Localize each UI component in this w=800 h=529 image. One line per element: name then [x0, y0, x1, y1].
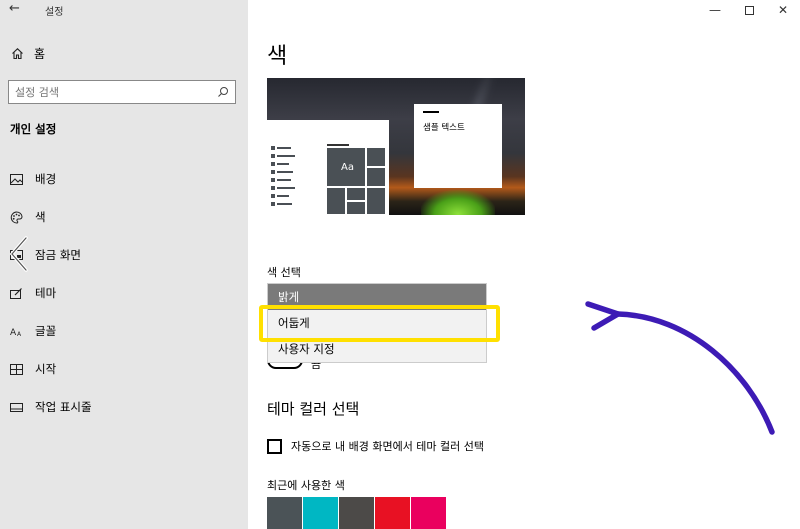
sample-text: 샘플 텍스트: [423, 123, 465, 133]
sidebar-item-taskbar[interactable]: 작업 표시줄: [0, 388, 248, 426]
home-icon: [10, 47, 24, 61]
maximize-icon[interactable]: [732, 0, 766, 20]
back-arrow-icon[interactable]: ←: [9, 1, 20, 16]
auto-pick-label: 자동으로 내 배경 화면에서 테마 컬러 선택: [291, 440, 485, 453]
sidebar-item-label: 배경: [35, 172, 57, 186]
sidebar-item-label: 작업 표시줄: [35, 400, 92, 414]
titlebar-left: ← 설정: [0, 0, 248, 20]
home-label: 홈: [34, 47, 46, 61]
taskbar-icon: [9, 400, 23, 414]
auto-pick-row[interactable]: 자동으로 내 배경 화면에서 테마 컬러 선택: [267, 438, 484, 454]
svg-text:A: A: [17, 331, 22, 337]
sidebar: ← 설정 홈 개인 설정 배경 색: [0, 0, 248, 529]
sidebar-item-start[interactable]: 시작: [0, 350, 248, 388]
sidebar-item-label: 글꼴: [35, 324, 57, 338]
sidebar-nav: 배경 색 잠금 화면 테마 AA 글꼴 시작 작업 표시줄: [0, 160, 248, 426]
preview-tile-header: [327, 144, 349, 146]
start-icon: [9, 362, 23, 376]
sidebar-item-themes[interactable]: 테마: [0, 274, 248, 312]
tent-glow-decoration: [421, 190, 495, 215]
preview-tile-text: Aa: [341, 162, 354, 173]
page-title: 색: [267, 44, 288, 69]
preview-tiles: Aa: [327, 148, 385, 214]
auto-pick-checkbox[interactable]: [267, 438, 282, 454]
close-icon[interactable]: ✕: [766, 0, 800, 20]
theme-icon: [9, 286, 23, 300]
annotation-arrow-icon: [585, 301, 775, 435]
chevron-left-icon[interactable]: [6, 236, 32, 272]
sidebar-item-label: 색: [35, 210, 46, 224]
home-link[interactable]: 홈: [10, 45, 45, 62]
search-input[interactable]: [15, 85, 217, 99]
recent-colors-label: 최근에 사용한 색: [267, 479, 345, 492]
sidebar-item-fonts[interactable]: AA 글꼴: [0, 312, 248, 350]
image-icon: [9, 172, 23, 186]
window-controls: — ✕: [698, 0, 800, 20]
main-panel: — ✕ 색 Aa 샘플 텍스트 색 선택 끔 밝게 어둡게 사용자 지정 테마 …: [248, 0, 800, 529]
app-title: 설정: [45, 7, 64, 18]
sidebar-item-label: 시작: [35, 362, 57, 376]
highlight-box: [259, 305, 500, 342]
color-swatch[interactable]: [375, 497, 410, 529]
theme-color-title: 테마 컬러 선택: [267, 400, 360, 418]
search-icon[interactable]: [217, 86, 229, 98]
sidebar-item-colors[interactable]: 색: [0, 198, 248, 236]
minimize-icon[interactable]: —: [698, 0, 732, 20]
preview-sample-window: 샘플 텍스트: [414, 104, 502, 188]
search-box[interactable]: [8, 80, 236, 104]
preview-app-list: [271, 144, 297, 214]
sidebar-item-label: 테마: [35, 286, 57, 300]
sidebar-item-background[interactable]: 배경: [0, 160, 248, 198]
svg-text:A: A: [10, 328, 17, 337]
recent-colors: [267, 497, 446, 529]
color-swatch[interactable]: [303, 497, 338, 529]
color-swatch[interactable]: [267, 497, 302, 529]
font-icon: AA: [9, 324, 23, 338]
color-choice-label: 색 선택: [267, 266, 301, 279]
section-title: 개인 설정: [10, 122, 57, 136]
color-swatch[interactable]: [339, 497, 374, 529]
color-preview: Aa 샘플 텍스트: [267, 78, 525, 215]
palette-icon: [9, 210, 23, 224]
color-swatch[interactable]: [411, 497, 446, 529]
sidebar-item-lock-screen[interactable]: 잠금 화면: [0, 236, 248, 274]
sidebar-item-label: 잠금 화면: [35, 248, 81, 262]
